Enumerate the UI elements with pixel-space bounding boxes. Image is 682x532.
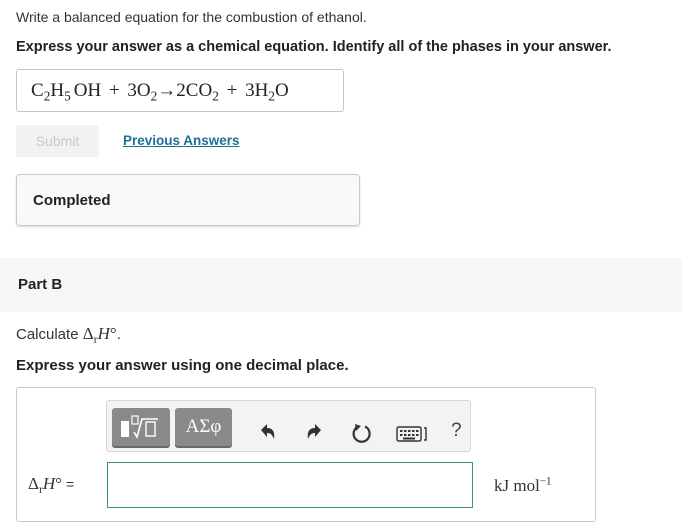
undo-icon <box>261 424 275 439</box>
units-kj: kJ <box>494 476 510 495</box>
help-button[interactable]: ? <box>451 420 462 442</box>
period: . <box>116 326 121 343</box>
templates-button[interactable] <box>112 408 170 446</box>
degree-symbol: ° <box>109 324 117 343</box>
templates-icon <box>121 415 158 440</box>
calculate-prompt: Calculate ΔrH°. <box>16 324 121 345</box>
co2-sub: 2 <box>212 88 219 104</box>
h-symbol: H <box>97 324 110 343</box>
plus-sign-2: + <box>226 80 238 101</box>
reset-button[interactable] <box>350 421 374 445</box>
completed-status-box: Completed <box>16 174 360 226</box>
part-b-header[interactable]: Part B <box>0 258 682 312</box>
delta-symbol: Δ <box>82 324 94 343</box>
ethanol-h-sub: 5 <box>64 88 71 104</box>
undo-button[interactable] <box>255 420 279 444</box>
delta-h-expression: ΔrH° <box>82 324 117 345</box>
enthalpy-answer-input[interactable] <box>107 462 473 508</box>
redo-button[interactable] <box>303 420 327 444</box>
submitted-equation: C2H5 OH + 3O2→2CO2 + 3H2O <box>31 80 289 104</box>
calculate-text: Calculate <box>16 326 79 343</box>
part-b-title: Part B <box>18 276 63 293</box>
co2-symbol: CO <box>185 80 213 101</box>
reset-icon <box>352 424 371 443</box>
h-symbol-lhs: H <box>42 474 56 493</box>
plus-sign: + <box>108 80 120 101</box>
previous-answers-link[interactable]: Previous Answers <box>123 133 240 148</box>
keyboard-button[interactable] <box>396 424 430 444</box>
ethanol-oh: OH <box>73 80 102 101</box>
h2o-coef: 3 <box>245 80 255 101</box>
h2o-o: O <box>274 80 289 101</box>
greek-symbols-button[interactable]: ΑΣφ <box>175 408 232 446</box>
question-text: Write a balanced equation for the combus… <box>16 9 367 25</box>
ethanol-c: C <box>31 80 44 101</box>
redo-icon <box>307 424 321 439</box>
o2-symbol: O <box>136 80 151 101</box>
equals-sign: = <box>66 476 75 492</box>
units-mol: mol <box>513 476 540 495</box>
completed-status: Completed <box>33 192 111 209</box>
degree-symbol-lhs: ° <box>55 474 62 493</box>
keyboard-icon <box>396 426 427 442</box>
o2-coef: 3 <box>127 80 137 101</box>
h2o-h: H <box>254 80 269 101</box>
delta-h-label: ΔrH° = <box>28 474 75 495</box>
part-b-instruction: Express your answer using one decimal pl… <box>16 357 349 374</box>
h2o-sub: 2 <box>268 88 275 104</box>
units-label: kJ mol−1 <box>494 476 552 496</box>
reaction-arrow: → <box>157 80 177 101</box>
delta-symbol-lhs: Δ <box>28 474 39 493</box>
submitted-answer-box: C2H5 OH + 3O2→2CO2 + 3H2O <box>16 69 344 112</box>
answer-instruction: Express your answer as a chemical equati… <box>16 39 612 55</box>
submit-button[interactable]: Submit <box>16 125 99 157</box>
co2-coef: 2 <box>176 80 186 101</box>
ethanol-h: H <box>50 80 65 101</box>
units-exponent: −1 <box>539 475 552 488</box>
